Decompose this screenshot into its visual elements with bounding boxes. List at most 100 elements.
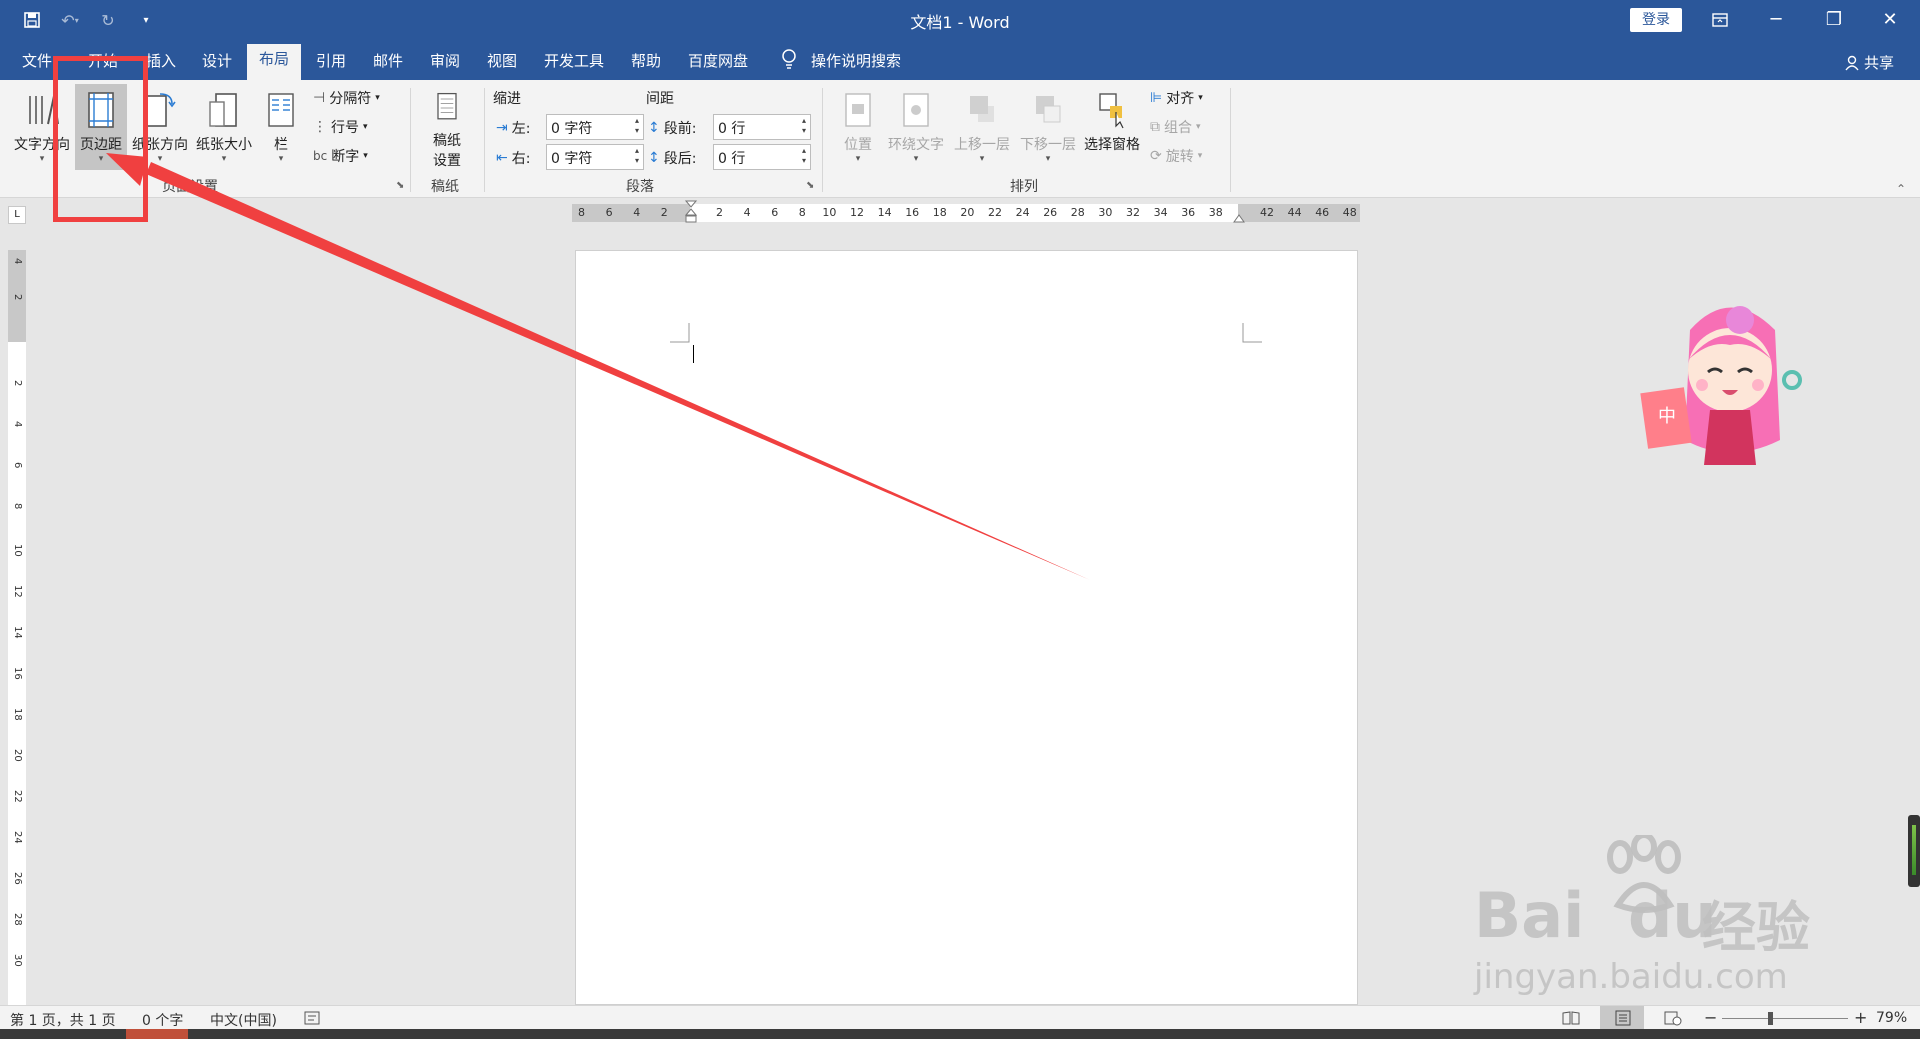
share-button[interactable]: 共享 <box>1844 52 1894 73</box>
spinner-icon[interactable]: ▴ ▾ <box>802 146 806 166</box>
ruler-tick: 4 <box>12 421 23 428</box>
close-button[interactable]: ✕ <box>1862 0 1918 40</box>
word-count[interactable]: 0 个字 <box>142 1010 183 1030</box>
minimize-button[interactable]: ─ <box>1748 0 1804 40</box>
zoom-slider-thumb[interactable] <box>1768 1012 1773 1025</box>
indent-marker-icon[interactable] <box>685 200 697 226</box>
indent-right-input[interactable]: 0 字符 ▴ ▾ <box>546 144 644 170</box>
line-numbers-button[interactable]: ⋮ 行号 ▾ <box>313 117 368 137</box>
send-backward-button[interactable]: 下移一层 ▾ <box>1016 90 1080 164</box>
ruler-tick: 10 <box>12 544 23 557</box>
horizontal-ruler[interactable]: 8 6 4 2 2 4 6 8 10 12 14 16 18 20 22 24 26 28 30 32 34 36 38 42… <box>572 200 1360 224</box>
ruler-tick: 4 <box>743 206 751 219</box>
zoom-out-button[interactable]: − <box>1704 1008 1717 1027</box>
tab-insert[interactable]: 插入 <box>146 50 176 71</box>
ruler-tick: 4 <box>633 206 641 219</box>
ribbon-display-options-icon[interactable] <box>1692 0 1748 40</box>
document-page[interactable] <box>575 250 1358 1005</box>
breaks-button[interactable]: ⊣ 分隔符 ▾ <box>313 88 380 108</box>
paragraph-group-label: 段落 <box>626 179 654 195</box>
tab-help[interactable]: 帮助 <box>631 50 661 71</box>
line-numbers-label: 行号 <box>331 120 359 136</box>
proofing-icon[interactable] <box>304 1011 320 1025</box>
ruler-tick: 38 <box>1208 206 1223 219</box>
spinner-icon[interactable]: ▴ ▾ <box>635 116 639 136</box>
indent-left-text: 左: <box>511 121 531 137</box>
indent-left-input[interactable]: 0 字符 ▴ ▾ <box>546 114 644 140</box>
selection-pane-button[interactable]: 选择窗格 <box>1080 90 1144 154</box>
rotate-button[interactable]: ⟳ 旋转 ▾ <box>1150 146 1202 166</box>
tab-review[interactable]: 审阅 <box>430 50 460 71</box>
tab-layout[interactable]: 布局 <box>247 44 302 80</box>
tab-mailings[interactable]: 邮件 <box>373 50 403 71</box>
spacing-before-input[interactable]: 0 行 ▴ ▾ <box>713 114 811 140</box>
margin-corner-mark <box>1242 323 1262 343</box>
ruler-tick: 4 <box>12 258 23 265</box>
indent-left-label: ⇥ 左: <box>496 118 530 138</box>
collapse-ribbon-icon[interactable]: ⌃ <box>1896 182 1906 196</box>
size-button[interactable]: 纸张大小 ▾ <box>192 90 256 164</box>
ribbon-tabs: 文件 开始 插入 设计 布局 引用 邮件 审阅 视图 开发工具 帮助 百度网盘 … <box>0 40 1920 80</box>
side-widget[interactable] <box>1908 815 1920 887</box>
group-separator <box>822 88 823 192</box>
tab-design[interactable]: 设计 <box>202 50 232 71</box>
chevron-down-icon: ▾ <box>221 154 227 164</box>
tab-selector[interactable]: L <box>8 206 26 224</box>
group-objects-label: 组合 <box>1164 120 1192 136</box>
send-backward-icon <box>1036 96 1061 123</box>
ruler-tick: 12 <box>850 206 864 219</box>
ruler-tick: 30 <box>1098 206 1113 219</box>
group-separator <box>484 88 485 192</box>
align-button[interactable]: ⊫ 对齐 ▾ <box>1150 88 1203 108</box>
spinner-icon[interactable]: ▴ ▾ <box>635 146 639 166</box>
columns-icon <box>268 93 294 127</box>
tell-me-search[interactable]: 操作说明搜索 <box>811 50 901 71</box>
manuscript-label-2: 设置 <box>433 153 461 169</box>
print-layout-icon[interactable] <box>1614 1010 1632 1026</box>
hyphenation-icon: bc <box>313 149 328 163</box>
columns-button[interactable]: 栏 ▾ <box>263 90 299 164</box>
ruler-tick: 18 <box>932 206 947 219</box>
zoom-slider[interactable] <box>1722 1018 1848 1019</box>
tab-baidu-netdisk[interactable]: 百度网盘 <box>688 50 748 71</box>
hyphenation-button[interactable]: bc 断字 ▾ <box>313 146 368 166</box>
ruler-tick: 12 <box>12 585 23 598</box>
ruler-tick: 14 <box>877 206 892 219</box>
manuscript-settings-button[interactable]: 稿纸 设置 <box>424 90 470 170</box>
ruler-tick: 8 <box>798 206 806 219</box>
page-setup-launcher-icon[interactable]: ⬊ <box>396 180 404 191</box>
zoom-level[interactable]: 79% <box>1876 1010 1907 1026</box>
chevron-down-icon: ▾ <box>1045 154 1051 164</box>
zoom-in-button[interactable]: + <box>1854 1008 1867 1027</box>
read-mode-icon[interactable] <box>1562 1010 1580 1026</box>
tab-view[interactable]: 视图 <box>487 50 517 71</box>
wrap-text-button[interactable]: 环绕文字 ▾ <box>884 90 948 164</box>
language-indicator[interactable]: 中文(中国) <box>210 1010 277 1030</box>
page-count[interactable]: 第 1 页，共 1 页 <box>10 1010 116 1030</box>
ruler-tick: 10 <box>822 206 837 219</box>
tab-developer[interactable]: 开发工具 <box>544 50 604 71</box>
lightbulb-icon <box>782 49 796 69</box>
spacing-before-text: 段前: <box>663 121 697 137</box>
restore-button[interactable]: ❐ <box>1806 0 1862 40</box>
svg-text:中: 中 <box>1658 406 1676 427</box>
spacing-after-input[interactable]: 0 行 ▴ ▾ <box>713 144 811 170</box>
ruler-tick: 46 <box>1315 206 1330 219</box>
bring-forward-button[interactable]: 上移一层 ▾ <box>950 90 1014 164</box>
bring-forward-icon <box>970 96 994 122</box>
spinner-icon[interactable]: ▴ ▾ <box>802 116 806 136</box>
group-objects-button[interactable]: ⧉ 组合 ▾ <box>1150 117 1201 137</box>
position-button[interactable]: 位置 ▾ <box>836 90 880 164</box>
ruler-tick: 28 <box>1070 206 1085 219</box>
taskbar-item[interactable] <box>126 1029 188 1039</box>
login-button[interactable]: 登录 <box>1630 8 1682 32</box>
tab-file[interactable]: 文件 <box>22 50 52 71</box>
web-layout-icon[interactable] <box>1664 1010 1682 1026</box>
tab-references[interactable]: 引用 <box>316 50 346 71</box>
right-indent-marker-icon[interactable] <box>1233 210 1245 224</box>
chevron-down-icon: ▾ <box>278 154 284 164</box>
rotate-label: 旋转 <box>1165 149 1194 165</box>
vertical-ruler[interactable]: 4 2 2 4 6 8 10 12 14 16 18 20 22 24 26 28 30 <box>8 250 26 1005</box>
paragraph-launcher-icon[interactable]: ⬊ <box>806 180 814 191</box>
ruler-tick: 48 <box>1342 206 1357 219</box>
